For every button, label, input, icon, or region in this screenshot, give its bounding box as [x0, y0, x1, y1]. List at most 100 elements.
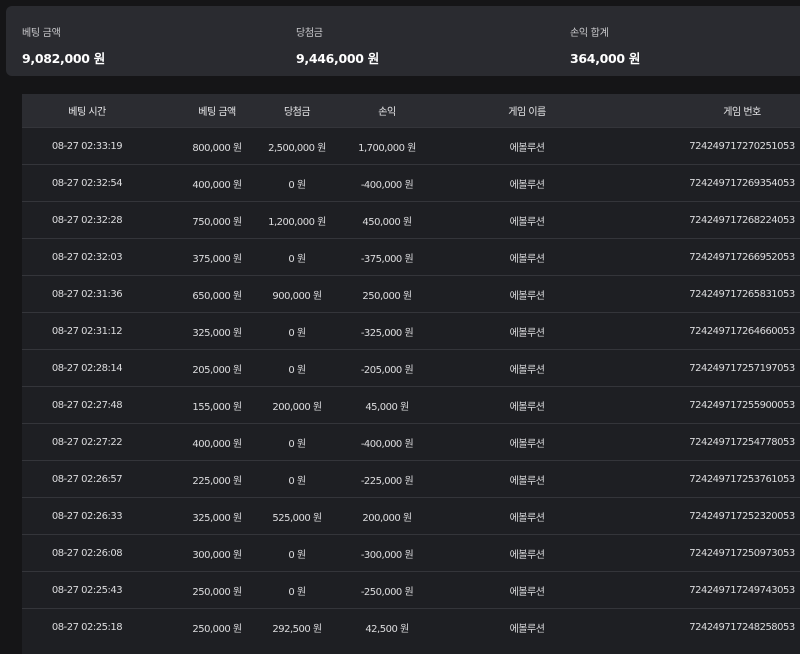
game-name-cell: 에볼루션: [509, 438, 545, 450]
table-row[interactable]: 08-27 02:26:57 225,000 원 0 원 -225,000 원 에볼루션…: [22, 460, 800, 497]
game-number-cell: 724249717252320053: [689, 510, 795, 522]
summary-profit-total: 손익 합계 364,000 원: [570, 24, 640, 67]
bet-amount-cell: 225,000 원: [192, 475, 242, 487]
game-name-cell: 에볼루션: [509, 179, 545, 191]
profit-cell: -205,000 원: [360, 364, 414, 376]
game-name-cell: 에볼루션: [509, 623, 545, 635]
win-amount-cell: 0 원: [288, 438, 306, 450]
game-number-cell: 724249717250973053: [689, 547, 795, 559]
profit-cell: 1,700,000 원: [358, 142, 416, 154]
bet-time-cell: 08-27 02:31:12: [51, 325, 123, 337]
table-row[interactable]: 08-27 02:31:12 325,000 원 0 원 -325,000 원 에볼루션…: [22, 312, 800, 349]
profit-cell: 42,500 원: [365, 623, 409, 635]
game-number-cell: 724249717254778053: [689, 436, 795, 448]
bet-time-cell: 08-27 02:26:33: [51, 510, 123, 522]
game-number-cell: 724249717253761053: [689, 473, 795, 485]
bet-amount-cell: 750,000 원: [192, 216, 242, 228]
bet-amount-cell: 650,000 원: [192, 290, 242, 302]
game-name-cell: 에볼루션: [509, 216, 545, 228]
win-amount-cell: 0 원: [288, 327, 306, 339]
bet-amount-cell: 155,000 원: [192, 401, 242, 413]
game-number-cell: 724249717248258053: [689, 621, 795, 633]
game-number-cell: 724249717265831053: [689, 288, 795, 300]
bet-amount-cell: 250,000 원: [192, 586, 242, 598]
bet-time-cell: 08-27 02:27:22: [51, 436, 123, 448]
table-row[interactable]: 08-27 02:25:18 250,000 원 292,500 원 42,500 원…: [22, 608, 800, 645]
win-amount-cell: 2,500,000 원: [268, 142, 326, 154]
profit-cell: -375,000 원: [360, 253, 414, 265]
profit-cell: 200,000 원: [362, 512, 412, 524]
game-number-cell: 724249717266952053: [689, 251, 795, 263]
bet-time-cell: 08-27 02:32:54: [51, 177, 123, 189]
summary-win-amount: 당첨금 9,446,000 원: [296, 24, 379, 67]
game-name-cell: 에볼루션: [509, 253, 545, 265]
table-row[interactable]: 08-27 02:27:48 155,000 원 200,000 원 45,000 원…: [22, 386, 800, 423]
table-row[interactable]: 08-27 02:32:28 750,000 원 1,200,000 원 450,00…: [22, 201, 800, 238]
summary-bet-amount-label: 베팅 금액: [22, 28, 61, 39]
profit-cell: -400,000 원: [360, 438, 414, 450]
game-number-cell: 724249717255900053: [689, 399, 795, 411]
game-name-cell: 에볼루션: [509, 549, 545, 561]
summary-profit-total-label: 손익 합계: [570, 28, 609, 39]
header-win-amount[interactable]: 당첨금: [252, 94, 342, 127]
bet-time-cell: 08-27 02:32:03: [51, 251, 123, 263]
profit-cell: 45,000 원: [365, 401, 409, 413]
bet-amount-cell: 300,000 원: [192, 549, 242, 561]
header-game-number[interactable]: 게임 번호: [642, 94, 800, 127]
table-row[interactable]: 08-27 02:33:19 800,000 원 2,500,000 원 1,700,…: [22, 127, 800, 164]
bet-amount-cell: 375,000 원: [192, 253, 242, 265]
win-amount-cell: 0 원: [288, 475, 306, 487]
bet-time-cell: 08-27 02:26:57: [51, 473, 123, 485]
table-body: 08-27 02:33:19 800,000 원 2,500,000 원 1,700,…: [22, 127, 800, 645]
summary-panel: 베팅 금액 9,082,000 원 당첨금 9,446,000 원 손익 합계 …: [6, 6, 800, 76]
game-number-cell: 724249717268224053: [689, 214, 795, 226]
win-amount-cell: 0 원: [288, 586, 306, 598]
table-row[interactable]: 08-27 02:32:03 375,000 원 0 원 -375,000 원 에볼루션…: [22, 238, 800, 275]
table-row[interactable]: 08-27 02:28:14 205,000 원 0 원 -205,000 원 에볼루션…: [22, 349, 800, 386]
summary-profit-total-value: 364,000 원: [570, 51, 641, 66]
win-amount-cell: 1,200,000 원: [268, 216, 326, 228]
header-bet-time[interactable]: 베팅 시간: [42, 94, 132, 127]
win-amount-cell: 0 원: [288, 364, 306, 376]
game-number-cell: 724249717270251053: [689, 140, 795, 152]
profit-cell: -250,000 원: [360, 586, 414, 598]
game-name-cell: 에볼루션: [509, 290, 545, 302]
game-name-cell: 에볼루션: [509, 142, 545, 154]
bet-amount-cell: 250,000 원: [192, 623, 242, 635]
profit-cell: 450,000 원: [362, 216, 412, 228]
bet-time-cell: 08-27 02:31:36: [51, 288, 123, 300]
summary-bet-amount: 베팅 금액 9,082,000 원: [22, 24, 105, 67]
game-number-cell: 724249717269354053: [689, 177, 795, 189]
bet-time-cell: 08-27 02:32:28: [51, 214, 123, 226]
bet-amount-cell: 325,000 원: [192, 327, 242, 339]
table-row[interactable]: 08-27 02:26:08 300,000 원 0 원 -300,000 원 에볼루션…: [22, 534, 800, 571]
bet-time-cell: 08-27 02:27:48: [51, 399, 123, 411]
bet-amount-cell: 400,000 원: [192, 438, 242, 450]
table-row[interactable]: 08-27 02:31:36 650,000 원 900,000 원 250,000 …: [22, 275, 800, 312]
game-number-cell: 724249717257197053: [689, 362, 795, 374]
header-game-name[interactable]: 게임 이름: [477, 94, 577, 127]
header-profit[interactable]: 손익: [342, 94, 432, 127]
table-row[interactable]: 08-27 02:25:43 250,000 원 0 원 -250,000 원 에볼루션…: [22, 571, 800, 608]
bet-time-cell: 08-27 02:25:18: [51, 621, 123, 633]
win-amount-cell: 200,000 원: [272, 401, 322, 413]
win-amount-cell: 900,000 원: [272, 290, 322, 302]
summary-bet-amount-value: 9,082,000 원: [22, 51, 105, 66]
summary-win-amount-value: 9,446,000 원: [296, 51, 379, 66]
table-row[interactable]: 08-27 02:32:54 400,000 원 0 원 -400,000 원 에볼루션…: [22, 164, 800, 201]
table-header: 베팅 시간 베팅 금액 당첨금 손익 게임 이름 게임 번호: [22, 94, 800, 127]
game-number-cell: 724249717264660053: [689, 325, 795, 337]
bet-amount-cell: 325,000 원: [192, 512, 242, 524]
profit-cell: -300,000 원: [360, 549, 414, 561]
game-name-cell: 에볼루션: [509, 586, 545, 598]
game-name-cell: 에볼루션: [509, 401, 545, 413]
bet-time-cell: 08-27 02:28:14: [51, 362, 123, 374]
table-row[interactable]: 08-27 02:26:33 325,000 원 525,000 원 200,000 …: [22, 497, 800, 534]
table-row[interactable]: 08-27 02:27:22 400,000 원 0 원 -400,000 원 에볼루션…: [22, 423, 800, 460]
win-amount-cell: 0 원: [288, 179, 306, 191]
profit-cell: -325,000 원: [360, 327, 414, 339]
game-name-cell: 에볼루션: [509, 327, 545, 339]
header-bet-amount[interactable]: 베팅 금액: [172, 94, 262, 127]
bet-amount-cell: 205,000 원: [192, 364, 242, 376]
game-name-cell: 에볼루션: [509, 364, 545, 376]
